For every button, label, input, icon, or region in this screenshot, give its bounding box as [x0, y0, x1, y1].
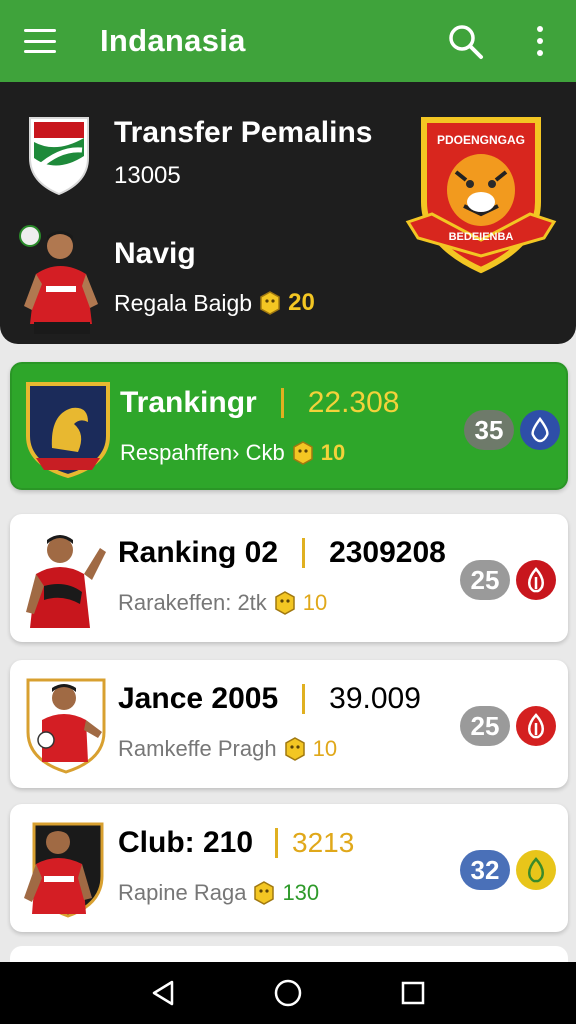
app-bar: Indanasia: [0, 0, 576, 82]
system-navigation-bar: [0, 962, 576, 1024]
coin-icon: [292, 441, 313, 465]
card-subtitle: Rapine Raga: [118, 880, 247, 905]
rank-badge: 25: [460, 560, 510, 600]
divider: [275, 828, 279, 858]
rank-badge: 32: [460, 850, 510, 890]
hero-title: Transfer Pemalins: [114, 116, 373, 149]
player-avatar: [24, 822, 104, 918]
hero-points: 20: [288, 289, 315, 316]
card-title: Jance 2005: [118, 682, 279, 715]
coin-icon: [260, 291, 280, 315]
tiger-club-crest-icon: PDOENGNGAG BEDEIENBA: [405, 117, 557, 274]
ranking-card[interactable]: Jance 2005 39.009 Ramkeffe Pragh 10 25: [10, 660, 568, 788]
card-title-row: Club: 210 3213: [118, 826, 354, 860]
divider: [302, 538, 306, 568]
divider: [280, 388, 284, 418]
card-value: 3213: [292, 827, 355, 858]
home-circle-icon[interactable]: [271, 976, 305, 1010]
divider: [302, 684, 306, 714]
featured-transfer-card[interactable]: Transfer Pemalins 13005 Navig Regala Bai…: [0, 82, 576, 344]
card-subtitle: Rarakeffen: 2tk: [118, 590, 267, 615]
club-crest-icon: [26, 382, 110, 478]
card-value: 2309208: [329, 536, 446, 569]
player-avatar: [19, 225, 98, 334]
card-title: Ranking 02: [118, 536, 279, 569]
rank-badge: 25: [460, 706, 510, 746]
card-title-row: Jance 2005 39.009: [118, 682, 421, 716]
crest-text-bottom: BEDEIENBA: [449, 231, 514, 243]
card-value: 22.308: [307, 386, 400, 419]
card-title: Club: 210: [118, 826, 254, 859]
card-points: 130: [282, 880, 320, 905]
drop-icon: [520, 410, 560, 450]
app-title: Indanasia: [100, 23, 246, 58]
ranking-card[interactable]: Trankingr 22.308 Respahffen› Ckb 10 35: [10, 362, 568, 490]
rank-badge: 35: [464, 410, 514, 450]
flame-icon: [516, 560, 556, 600]
card-subtitle-row: Rarakeffen: 2tk 10: [118, 590, 327, 616]
hero-number: 13005: [114, 162, 181, 189]
ranking-card[interactable]: Club: 210 3213 Rapine Raga 130 32: [10, 804, 568, 932]
card-title-row: Ranking 02 2309208: [118, 536, 446, 570]
card-title-row: Trankingr 22.308: [120, 386, 399, 420]
coin-icon: [254, 881, 275, 905]
card-title: Trankingr: [120, 386, 257, 419]
leaf-icon: [516, 850, 556, 890]
card-subtitle-row: Ramkeffe Pragh 10: [118, 736, 337, 762]
card-subtitle: Respahffen› Ckb: [120, 440, 285, 465]
flame-icon: [516, 706, 556, 746]
player-avatar: [26, 535, 106, 628]
search-icon[interactable]: [448, 24, 484, 60]
card-subtitle: Ramkeffe Pragh: [118, 736, 277, 761]
hero-player-name: Navig: [114, 237, 196, 270]
card-subtitle-row: Respahffen› Ckb 10: [120, 440, 345, 466]
ranking-card[interactable]: Ranking 02 2309208 Rarakeffen: 2tk 10 25: [10, 514, 568, 642]
more-vert-icon[interactable]: [528, 26, 552, 56]
coin-icon: [275, 591, 295, 615]
card-value: 39.009: [329, 682, 421, 715]
card-points: 10: [302, 590, 328, 615]
crest-text-top: PDOENGNGAG: [437, 133, 525, 147]
card-points: 10: [320, 440, 346, 465]
hero-subtitle-row: Regala Baigb 20: [114, 289, 315, 317]
hamburger-menu-icon[interactable]: [24, 29, 56, 53]
coin-icon: [284, 737, 305, 761]
card-subtitle-row: Rapine Raga 130: [118, 880, 319, 906]
recents-square-icon[interactable]: [396, 976, 430, 1010]
club-shield-icon: [29, 117, 89, 196]
hero-subtitle: Regala Baigb: [114, 289, 253, 316]
player-avatar: [26, 678, 106, 774]
card-points: 10: [312, 736, 338, 761]
back-triangle-icon[interactable]: [146, 976, 180, 1010]
